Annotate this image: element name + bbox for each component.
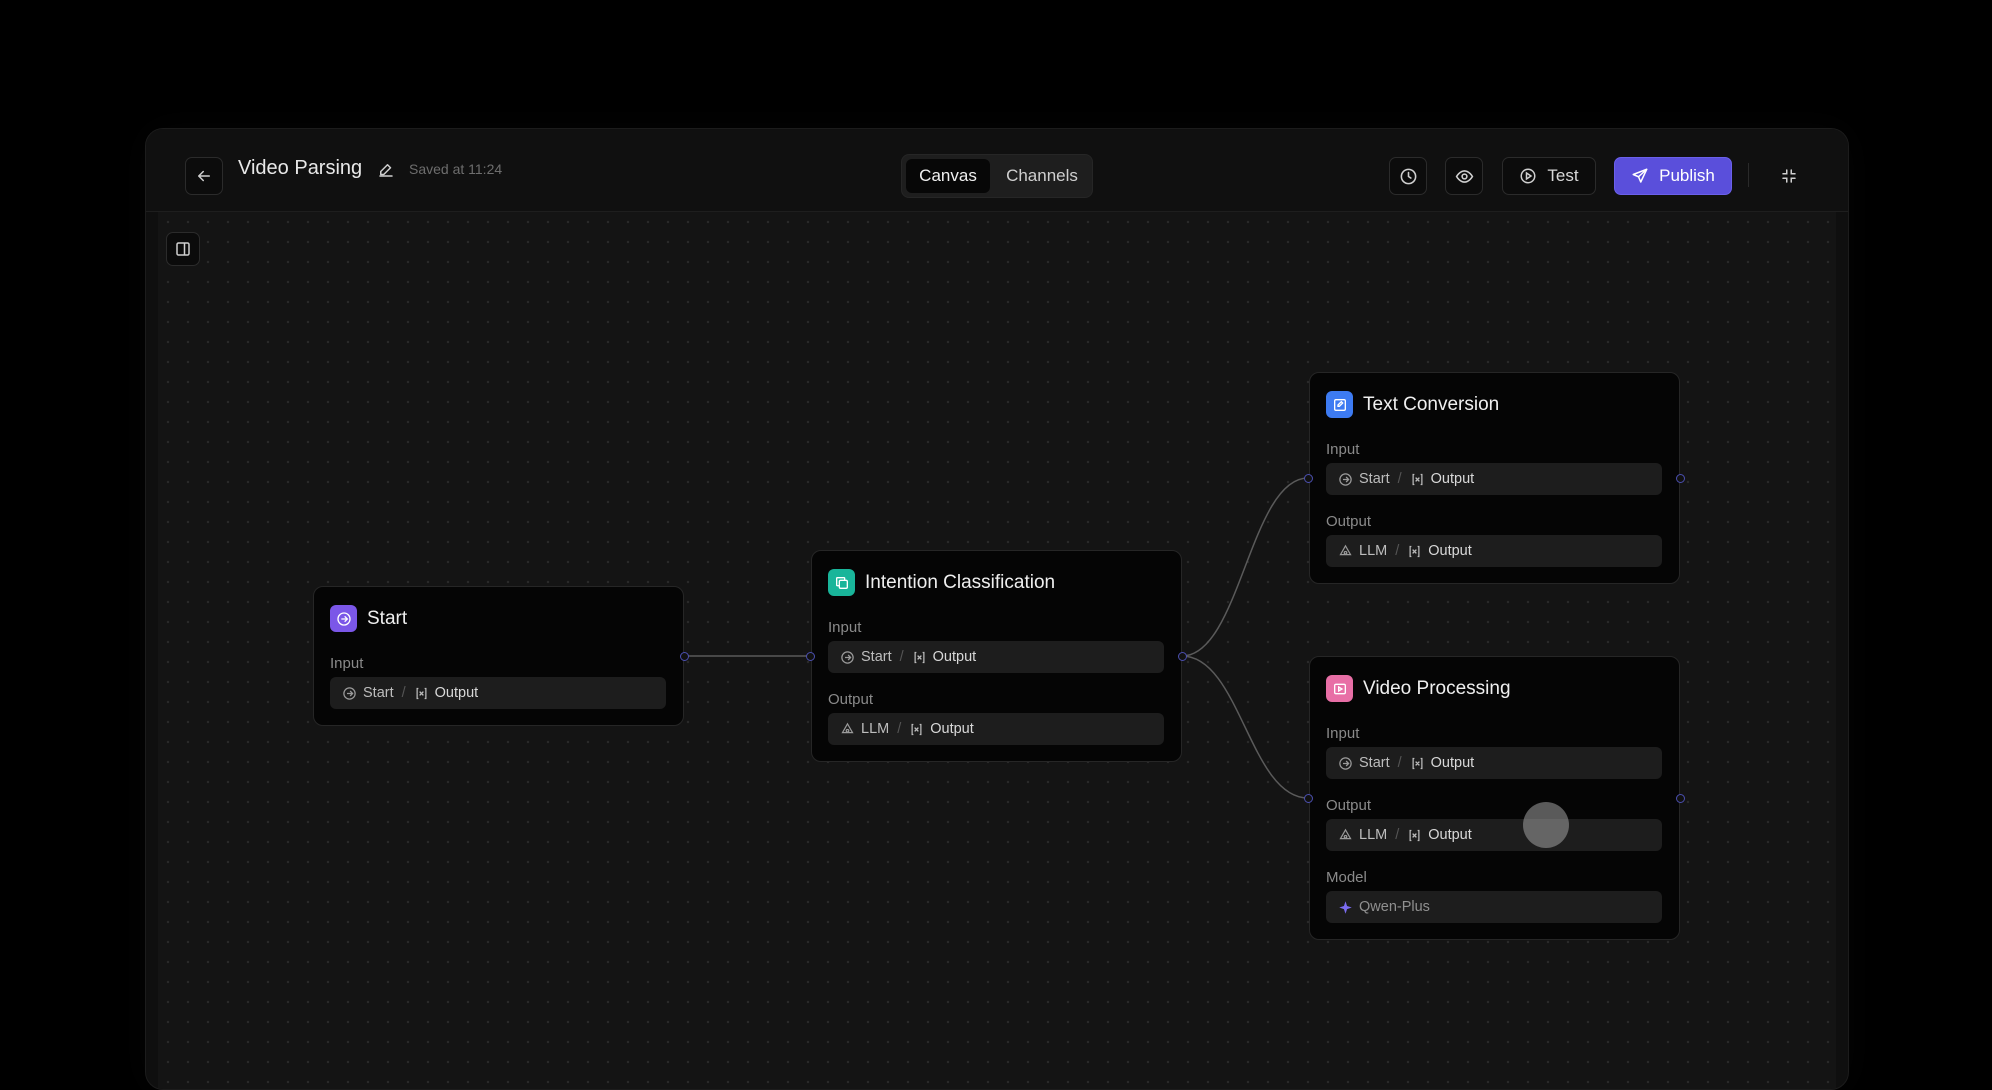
port-intention-out[interactable] [1178, 652, 1187, 661]
history-button[interactable] [1389, 157, 1427, 195]
port-video-out[interactable] [1676, 794, 1685, 803]
node-title: Intention Classification [865, 571, 1056, 593]
preview-button[interactable] [1445, 157, 1483, 195]
output-variable-field[interactable]: LLM / Output [1326, 535, 1662, 567]
start-circle-icon [1338, 756, 1353, 771]
arrow-left-icon [198, 170, 210, 182]
minimize-icon [1782, 169, 1796, 183]
port-video-in[interactable] [1304, 794, 1313, 803]
port-text-in[interactable] [1304, 474, 1313, 483]
node-header: Text Conversion [1326, 391, 1499, 418]
input-label: Input [1326, 441, 1360, 458]
rename-button[interactable] [375, 159, 397, 181]
model-label: Model [1326, 869, 1367, 886]
view-switcher: Canvas Channels [901, 154, 1093, 198]
node-header: Intention Classification [828, 569, 1055, 596]
start-circle-icon [1338, 472, 1353, 487]
node-video-processing[interactable]: Video Processing Input Start / Output Out… [1309, 656, 1680, 940]
output-label: Output [1326, 797, 1372, 814]
input-label: Input [1326, 725, 1360, 742]
llm-icon [1338, 828, 1353, 843]
variable-icon [1407, 544, 1422, 559]
node-title: Video Processing [1363, 677, 1511, 699]
node-title: Start [367, 607, 408, 629]
node-intention-classification[interactable]: Intention Classification Input Start / Ou… [811, 550, 1182, 762]
output-variable-field[interactable]: LLM / Output [1326, 819, 1662, 851]
node-title: Text Conversion [1363, 393, 1500, 415]
llm-icon [1338, 544, 1353, 559]
variable-icon [1410, 472, 1425, 487]
tab-canvas[interactable]: Canvas [906, 159, 990, 193]
send-icon [1632, 168, 1648, 183]
model-select[interactable]: Qwen-Plus [1326, 891, 1662, 923]
node-header: Start [330, 605, 407, 632]
test-button[interactable]: Test [1502, 157, 1596, 195]
input-variable-field[interactable]: Start / Output [1326, 747, 1662, 779]
port-intention-in[interactable] [806, 652, 815, 661]
eye-icon [1455, 169, 1473, 183]
test-label: Test [1547, 166, 1579, 185]
publish-button[interactable]: Publish [1614, 157, 1732, 195]
mouse-cursor-indicator [1523, 802, 1569, 848]
publish-label: Publish [1659, 166, 1715, 185]
variable-icon [912, 650, 927, 665]
start-circle-icon [840, 650, 855, 665]
toggle-sidebar-button[interactable] [166, 232, 200, 266]
sidebar-panel-icon [176, 242, 190, 256]
top-toolbar: Video Parsing Saved at 11:24 Canvas Chan… [146, 129, 1848, 212]
back-button[interactable] [185, 157, 223, 195]
start-circle-icon [342, 686, 357, 701]
input-variable-field[interactable]: Start / Output [1326, 463, 1662, 495]
exit-fullscreen-button[interactable] [1770, 157, 1808, 195]
output-label: Output [1326, 513, 1372, 530]
video-icon [1326, 675, 1353, 702]
variable-icon [909, 722, 924, 737]
clock-icon [1400, 168, 1416, 184]
node-header: Video Processing [1326, 675, 1511, 702]
port-start-out[interactable] [680, 652, 689, 661]
input-variable-field[interactable]: Start / Output [828, 641, 1164, 673]
output-variable-field[interactable]: LLM / Output [828, 713, 1164, 745]
tab-channels[interactable]: Channels [994, 159, 1090, 193]
copy-document-icon [828, 569, 855, 596]
page-title: Video Parsing [238, 157, 363, 179]
toolbar-divider [1748, 163, 1749, 187]
input-label: Input [330, 655, 364, 672]
input-variable-field[interactable]: Start / Output [330, 677, 666, 709]
saved-status: Saved at 11:24 [409, 161, 503, 177]
edit-note-icon [1326, 391, 1353, 418]
variable-icon [1410, 756, 1425, 771]
llm-icon [840, 722, 855, 737]
node-start[interactable]: Start Input Start / Output [313, 586, 684, 726]
variable-icon [414, 686, 429, 701]
pencil-icon [379, 164, 393, 177]
input-label: Input [828, 619, 862, 636]
model-sparkle-icon [1338, 900, 1353, 915]
node-text-conversion[interactable]: Text Conversion Input Start / Output Outp… [1309, 372, 1680, 584]
variable-icon [1407, 828, 1422, 843]
login-icon [330, 605, 357, 632]
port-text-out[interactable] [1676, 474, 1685, 483]
play-circle-icon [1520, 168, 1536, 184]
output-label: Output [828, 691, 874, 708]
